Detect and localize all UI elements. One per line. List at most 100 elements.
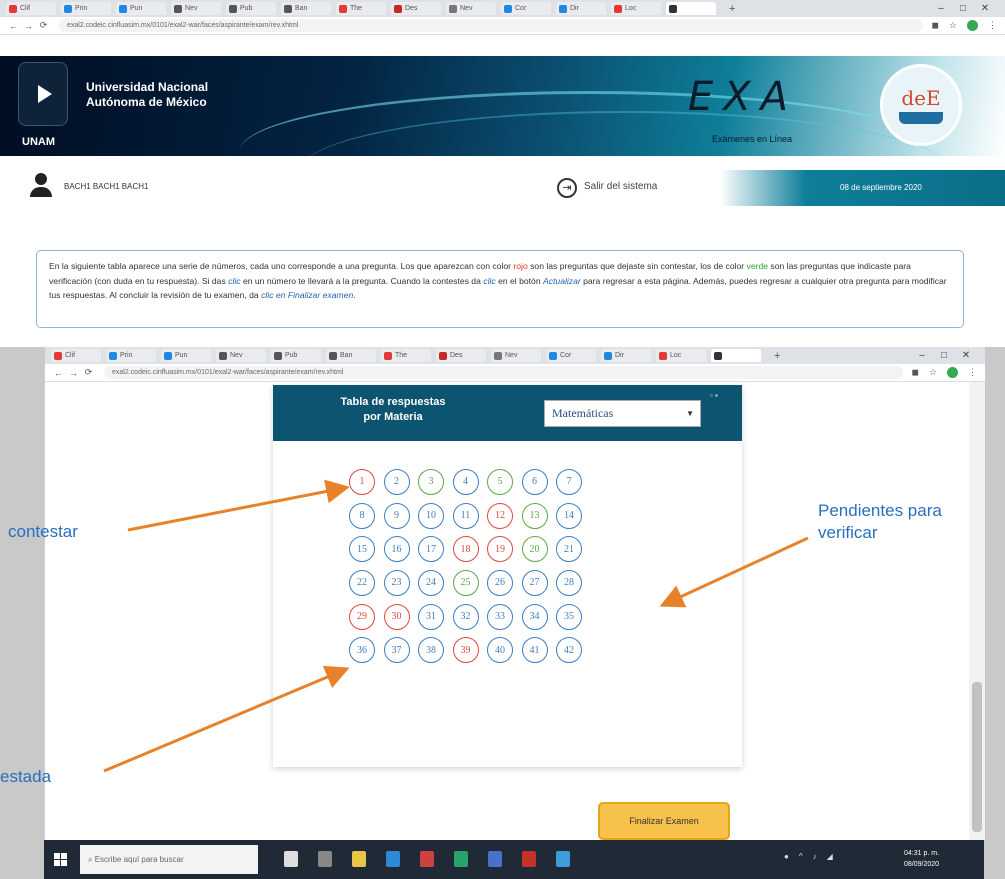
browser-tab[interactable]: Prin — [61, 2, 111, 15]
browser-tab[interactable]: Nev — [171, 2, 221, 15]
app-icon[interactable] — [488, 851, 502, 867]
question-button[interactable]: 9 — [383, 502, 410, 529]
star-icon[interactable]: ☆ — [929, 367, 937, 378]
back-icon[interactable]: ← — [51, 368, 66, 378]
question-button[interactable]: 19 — [487, 536, 513, 563]
cortana-icon[interactable] — [284, 851, 298, 867]
minimize-icon[interactable]: – — [911, 350, 933, 361]
browser-tab[interactable]: Clif — [51, 349, 101, 362]
finish-exam-button[interactable]: Finalizar Examen — [598, 802, 730, 840]
subject-select[interactable]: Matemáticas ▼ — [544, 400, 701, 427]
question-button[interactable]: 15 — [349, 536, 375, 563]
browser-tab[interactable]: Pub — [226, 2, 276, 15]
scrollbar-thumb[interactable] — [972, 682, 982, 832]
url-field[interactable]: exal2.codeic.cinfluasim.mx/0101/exal2-wa… — [104, 366, 904, 379]
question-button[interactable]: 22 — [349, 569, 375, 596]
question-button[interactable]: 17 — [418, 536, 444, 563]
question-button[interactable]: 33 — [487, 603, 513, 630]
new-tab-icon[interactable]: + — [729, 3, 735, 15]
question-button[interactable]: 36 — [349, 637, 375, 664]
browser-tab[interactable]: Loc — [656, 349, 706, 362]
question-button[interactable]: 41 — [521, 637, 548, 664]
reload-icon[interactable]: ⟳ — [81, 367, 96, 378]
browser-tab[interactable]: Cor — [546, 349, 596, 362]
app-icon[interactable] — [420, 851, 434, 867]
browser-tab[interactable]: Des — [391, 2, 441, 15]
browser-tab[interactable]: Nev — [491, 349, 541, 362]
question-button[interactable]: 32 — [452, 603, 479, 630]
browser-tab[interactable] — [666, 2, 716, 15]
browser-tab[interactable]: Des — [436, 349, 486, 362]
browser-tab[interactable]: Dir — [601, 349, 651, 362]
question-button[interactable]: 5 — [487, 468, 513, 495]
question-button[interactable]: 39 — [452, 637, 479, 664]
browser-tab[interactable]: Pun — [161, 349, 211, 362]
taskbar-search-input[interactable]: ⌕ Escribe aquí para buscar — [80, 845, 258, 874]
browser-tab[interactable]: Dir — [556, 2, 606, 15]
browser-tab[interactable]: Cor — [501, 2, 551, 15]
forward-icon[interactable]: → — [21, 21, 36, 31]
question-button[interactable]: 4 — [452, 468, 479, 495]
logout-link[interactable]: Salir del sistema — [584, 181, 657, 192]
browser-tab[interactable]: Ban — [281, 2, 331, 15]
profile-icon[interactable] — [947, 367, 958, 378]
question-button[interactable]: 14 — [556, 502, 582, 529]
minimize-icon[interactable]: – — [930, 3, 952, 14]
question-button[interactable]: 38 — [418, 637, 444, 664]
browser-tab[interactable] — [711, 349, 761, 362]
taskbar-clock[interactable]: 04:31 p. m. 08/09/2020 — [904, 848, 939, 870]
browser-tab[interactable]: Pun — [116, 2, 166, 15]
browser-tab[interactable]: Nev — [446, 2, 496, 15]
star-icon[interactable]: ☆ — [949, 20, 957, 31]
question-button[interactable]: 18 — [452, 536, 479, 563]
extensions-icon[interactable]: ◼ — [911, 367, 918, 378]
user-tray-icon[interactable]: ● — [784, 852, 789, 861]
extensions-icon[interactable]: ◼ — [931, 20, 938, 31]
question-button[interactable]: 35 — [556, 603, 582, 630]
question-button[interactable]: 6 — [521, 468, 548, 495]
close-icon[interactable]: ✕ — [974, 3, 996, 14]
browser-tab[interactable]: The — [381, 349, 431, 362]
question-button[interactable]: 8 — [349, 502, 375, 529]
question-button[interactable]: 23 — [383, 569, 410, 596]
app-icon[interactable] — [454, 851, 468, 867]
browser-tab[interactable]: The — [336, 2, 386, 15]
profile-icon[interactable] — [967, 20, 978, 31]
browser-tab[interactable]: Ban — [326, 349, 376, 362]
app-icon[interactable] — [556, 851, 570, 867]
question-button[interactable]: 25 — [452, 569, 479, 596]
question-button[interactable]: 28 — [556, 569, 582, 596]
question-button[interactable]: 27 — [521, 569, 548, 596]
question-button[interactable]: 13 — [521, 502, 548, 529]
task-view-icon[interactable] — [318, 851, 332, 867]
browser-tab[interactable]: Prin — [106, 349, 156, 362]
question-button[interactable]: 20 — [521, 536, 548, 563]
maximize-icon[interactable]: □ — [933, 350, 955, 361]
chevron-up-icon[interactable]: ^ — [799, 852, 803, 861]
question-button[interactable]: 1 — [349, 468, 375, 495]
question-button[interactable]: 31 — [418, 603, 444, 630]
question-button[interactable]: 30 — [383, 603, 410, 630]
page-scrollbar[interactable] — [969, 382, 985, 840]
question-button[interactable]: 12 — [487, 502, 513, 529]
question-button[interactable]: 16 — [383, 536, 410, 563]
forward-icon[interactable]: → — [66, 368, 81, 378]
question-button[interactable]: 34 — [521, 603, 548, 630]
question-button[interactable]: 11 — [452, 502, 479, 529]
menu-icon[interactable]: ⋮ — [988, 20, 997, 31]
browser-tab[interactable]: Pub — [271, 349, 321, 362]
network-icon[interactable]: ◢ — [827, 852, 833, 861]
question-button[interactable]: 37 — [383, 637, 410, 664]
question-button[interactable]: 10 — [418, 502, 444, 529]
windows-start-icon[interactable] — [54, 853, 67, 866]
app-icon[interactable] — [522, 851, 536, 867]
question-button[interactable]: 40 — [487, 637, 513, 664]
question-button[interactable]: 2 — [383, 468, 410, 495]
store-icon[interactable] — [352, 851, 366, 867]
question-button[interactable]: 42 — [556, 637, 582, 664]
close-icon[interactable]: ✕ — [955, 350, 977, 361]
question-button[interactable]: 24 — [418, 569, 444, 596]
question-button[interactable]: 3 — [418, 468, 444, 495]
question-button[interactable]: 29 — [349, 603, 375, 630]
reload-icon[interactable]: ⟳ — [36, 20, 51, 31]
